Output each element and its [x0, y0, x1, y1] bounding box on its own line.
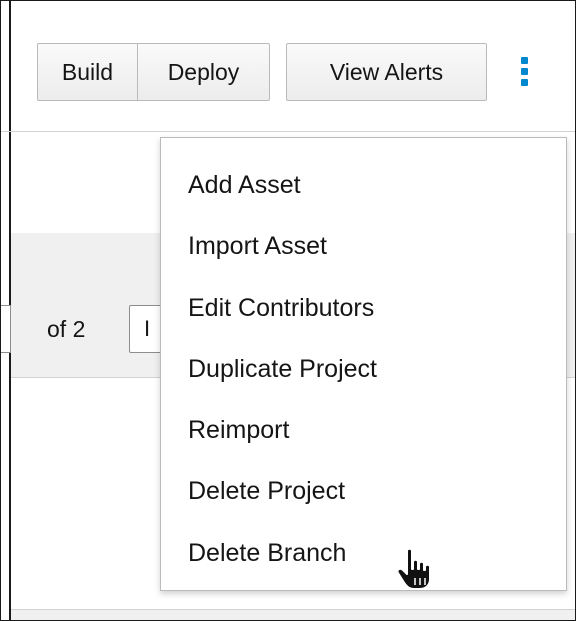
list-footer	[11, 609, 575, 620]
view-alerts-button[interactable]: View Alerts	[286, 43, 487, 101]
page-count-label: of 2	[47, 316, 86, 342]
menu-item-reimport[interactable]: Reimport	[161, 400, 566, 461]
menu-item-duplicate-project[interactable]: Duplicate Project	[161, 339, 566, 400]
kebab-dot	[521, 68, 528, 75]
kebab-vertical-icon[interactable]	[507, 43, 543, 101]
menu-item-delete-branch[interactable]: Delete Branch	[161, 523, 566, 584]
menu-item-edit-contributors[interactable]: Edit Contributors	[161, 278, 566, 339]
build-button[interactable]: Build	[37, 43, 138, 101]
kebab-dot	[521, 79, 528, 86]
page-number-input[interactable]	[1, 305, 11, 353]
header-divider	[1, 131, 575, 132]
menu-item-import-asset[interactable]: Import Asset	[161, 216, 566, 277]
menu-item-add-asset[interactable]: Add Asset	[161, 155, 566, 216]
project-screen: Build Deploy View Alerts of 2 I Add Asse…	[0, 0, 576, 621]
deploy-button[interactable]: Deploy	[137, 43, 270, 101]
kebab-dot	[521, 57, 528, 64]
menu-item-delete-project[interactable]: Delete Project	[161, 461, 566, 522]
hand-pointer-icon	[396, 547, 431, 590]
project-actions-menu: Add Asset Import Asset Edit Contributors…	[160, 137, 567, 591]
